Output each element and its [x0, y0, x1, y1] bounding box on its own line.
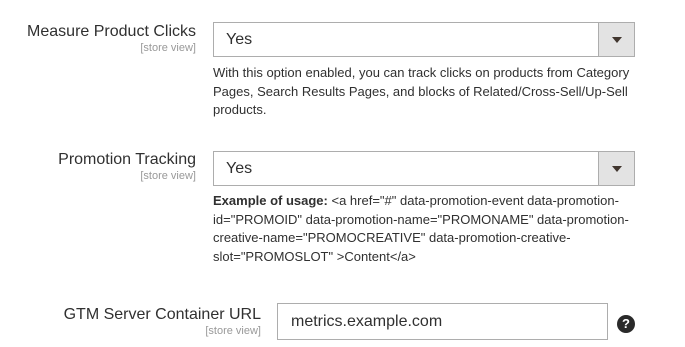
promotion-tracking-note: Example of usage: <a href="#" data-promo… — [213, 192, 638, 266]
promotion-tracking-select[interactable]: Yes — [213, 151, 635, 186]
chevron-down-icon — [612, 37, 622, 43]
dropdown-toggle[interactable] — [598, 152, 634, 185]
help-icon[interactable]: ? — [617, 315, 635, 333]
measure-product-clicks-note: With this option enabled, you can track … — [213, 65, 630, 117]
chevron-down-icon — [612, 166, 622, 172]
promotion-tracking-scope: [store view] — [140, 170, 196, 182]
example-of-usage-label: Example of usage: — [213, 193, 328, 208]
measure-product-clicks-label: Measure Product Clicks — [27, 23, 196, 40]
measure-product-clicks-select[interactable]: Yes — [213, 22, 635, 57]
promotion-tracking-label: Promotion Tracking — [58, 151, 196, 168]
dropdown-toggle[interactable] — [598, 23, 634, 56]
gtm-server-container-url-label: GTM Server Container URL — [63, 306, 261, 323]
measure-product-clicks-scope: [store view] — [140, 42, 196, 54]
promotion-tracking-value: Yes — [226, 160, 253, 177]
measure-product-clicks-value: Yes — [226, 31, 253, 48]
gtm-server-container-url-value: metrics.example.com — [291, 313, 443, 330]
gtm-server-container-url-scope: [store view] — [205, 325, 261, 337]
gtm-server-container-url-input[interactable]: metrics.example.com — [277, 303, 608, 340]
